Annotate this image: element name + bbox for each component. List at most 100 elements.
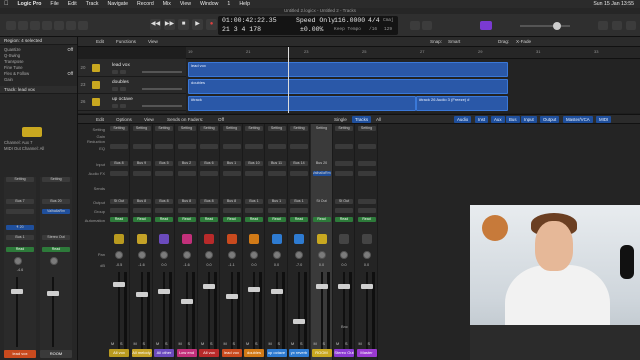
input-slot[interactable]: Bus 14	[290, 161, 308, 166]
input-slot[interactable]: Bus 2	[177, 161, 196, 166]
region-track[interactable]: #track	[188, 96, 416, 111]
eq-thumbnail[interactable]	[245, 144, 263, 149]
eq-thumbnail[interactable]	[200, 144, 218, 149]
automation-read[interactable]: Read	[177, 217, 196, 222]
master-volume-slider[interactable]	[520, 25, 570, 27]
mixer-single-button[interactable]: Single	[334, 117, 347, 122]
input-slot[interactable]: Bus 11	[267, 161, 286, 166]
input-slot[interactable]: Bus 20	[42, 199, 70, 204]
setting-slot[interactable]: Setting	[42, 177, 70, 182]
automation-read[interactable]: Read	[110, 217, 128, 222]
output-slot[interactable]: St Out	[335, 199, 353, 204]
mute-button[interactable]: M	[111, 342, 116, 346]
solo-button[interactable]: S	[188, 342, 193, 346]
strip-name-tag[interactable]: All vox	[109, 349, 129, 357]
automation-read[interactable]: Read	[200, 217, 218, 222]
smart-controls-button[interactable]	[54, 21, 64, 30]
setting-slot[interactable]: Setting	[132, 126, 151, 131]
send-slot[interactable]: ₹ 20	[6, 225, 34, 230]
menu-edit[interactable]: Edit	[68, 1, 77, 7]
inspector-row[interactable]: Gain	[0, 77, 77, 83]
region-doubles[interactable]: doubles	[188, 79, 508, 94]
filter-bus[interactable]: Bus	[506, 116, 520, 123]
metronome-button[interactable]	[422, 21, 432, 30]
fx-slot[interactable]	[155, 171, 173, 176]
forward-icon[interactable]: ▶▶	[164, 19, 175, 30]
eq-thumbnail[interactable]	[290, 144, 308, 149]
plugin-slot[interactable]: ValhallaRm	[42, 209, 70, 214]
menu-one[interactable]: 1	[227, 1, 230, 7]
mute-button[interactable]: M	[134, 342, 139, 346]
automation-read[interactable]: Read	[357, 217, 376, 222]
eq-thumbnail[interactable]	[177, 144, 196, 149]
filter-output[interactable]: Output	[540, 116, 560, 123]
menu-app-name[interactable]: Logic Pro	[18, 1, 42, 7]
solo-button[interactable]: S	[233, 342, 238, 346]
list-editors-button[interactable]	[598, 21, 608, 30]
eq-thumbnail[interactable]	[267, 144, 286, 149]
eq-thumbnail[interactable]	[335, 144, 353, 149]
input-slot[interactable]: Bus 8	[110, 161, 128, 166]
output-slot[interactable]: Bus 1	[290, 199, 308, 204]
fader-cap[interactable]	[113, 282, 125, 287]
strip-name-room[interactable]: ROOM	[40, 350, 72, 358]
mixer-button[interactable]	[66, 21, 76, 30]
output-slot[interactable]: Bus 8	[177, 199, 196, 204]
filter-input[interactable]: Input	[521, 116, 537, 123]
group-slot[interactable]	[312, 208, 331, 213]
tracks-view-menu[interactable]: View	[148, 39, 158, 44]
menu-help[interactable]: Help	[239, 1, 250, 7]
mute-button[interactable]: M	[336, 342, 341, 346]
region-frozen[interactable]: #track 26 Audio 3 (Freeze) #	[416, 96, 508, 111]
fx-slot[interactable]	[222, 171, 241, 176]
pan-knob[interactable]	[250, 251, 258, 259]
solo-button[interactable]: S	[345, 342, 350, 346]
filter-master-vca[interactable]: Master/VCA	[563, 116, 593, 123]
library-button[interactable]	[6, 21, 16, 30]
tracks-edit-menu[interactable]: Edit	[96, 39, 104, 44]
automation-read[interactable]: Read	[335, 217, 353, 222]
strip-name-tag[interactable]: Master	[356, 349, 377, 357]
group-slot[interactable]	[335, 208, 353, 213]
fx-slot[interactable]	[245, 171, 263, 176]
solo-button[interactable]: S	[120, 342, 125, 346]
fader-cap[interactable]	[158, 289, 170, 294]
input-slot[interactable]: Bus 1	[222, 161, 241, 166]
fx-slot[interactable]	[290, 171, 308, 176]
pan-knob[interactable]	[317, 251, 326, 259]
track-header-doubles[interactable]: 23 doubles	[78, 78, 186, 94]
setting-slot[interactable]: Setting	[200, 126, 218, 131]
filter-audio[interactable]: Audio	[454, 116, 472, 123]
fader-cap[interactable]	[248, 287, 260, 292]
filter-midi[interactable]: MIDI	[596, 116, 612, 123]
quick-help-button[interactable]	[30, 21, 40, 30]
group-slot[interactable]	[155, 208, 173, 213]
strip-name-tag[interactable]: All melody	[131, 349, 152, 357]
editors-button[interactable]	[78, 21, 88, 30]
solo-button[interactable]: S	[143, 342, 148, 346]
fx-slot[interactable]	[110, 171, 128, 176]
playhead[interactable]	[288, 47, 289, 113]
toolbar-button[interactable]	[42, 21, 52, 30]
fader-cap[interactable]	[180, 299, 193, 304]
strip-name-tag[interactable]: ROOM	[311, 349, 332, 357]
mute-button[interactable]: M	[201, 342, 206, 346]
input-slot[interactable]: Bus 20	[312, 161, 331, 166]
mute-button[interactable]	[112, 87, 118, 91]
eq-thumbnail[interactable]	[357, 144, 376, 149]
group-slot[interactable]	[177, 208, 196, 213]
pan-knob[interactable]	[14, 257, 22, 265]
mute-button[interactable]: M	[291, 342, 296, 346]
bar-ruler[interactable]: 19 21 23 25 27 29 31 33	[186, 47, 640, 59]
mute-button[interactable]: M	[224, 342, 229, 346]
track-header[interactable]: Track: lead vox	[0, 86, 77, 94]
sends-on-faders-value[interactable]: Off	[218, 117, 224, 122]
output-slot[interactable]: Bus 8	[222, 199, 241, 204]
mute-button[interactable]: M	[269, 342, 274, 346]
strip-name-tag[interactable]: up octave	[266, 349, 287, 357]
apple-icon[interactable]: 	[4, 1, 9, 7]
pan-knob[interactable]	[272, 251, 281, 259]
strip-name-tag[interactable]: doubles	[244, 349, 264, 357]
output-slot[interactable]: Bus 1	[245, 199, 263, 204]
strip-name-tag[interactable]: lead vox	[221, 349, 242, 357]
